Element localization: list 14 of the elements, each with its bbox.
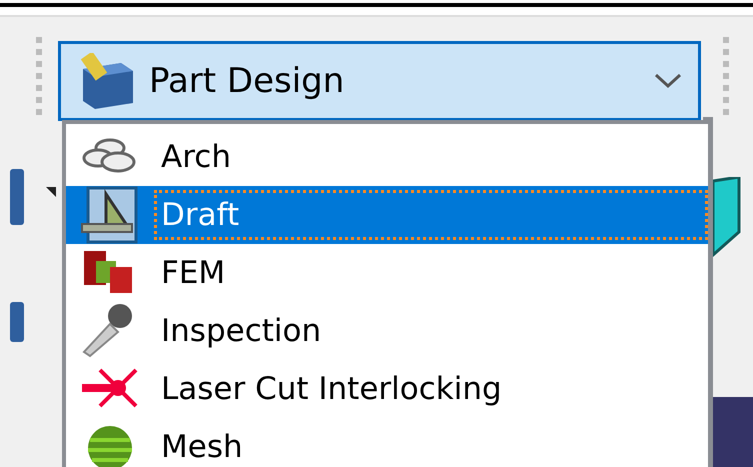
caret-icon[interactable] bbox=[46, 187, 56, 197]
chevron-down-icon[interactable] bbox=[654, 73, 682, 89]
toolbar-icon[interactable] bbox=[10, 302, 26, 342]
list-item[interactable]: Inspection bbox=[66, 302, 708, 360]
list-item[interactable]: Arch bbox=[66, 128, 708, 186]
workbench-dropdown[interactable]: Part Design bbox=[58, 41, 701, 121]
list-item[interactable]: Mesh bbox=[66, 418, 708, 467]
list-item[interactable]: FEM bbox=[66, 244, 708, 302]
panel-background bbox=[713, 397, 753, 467]
toolbar-icon[interactable] bbox=[10, 169, 26, 225]
selected-workbench: Part Design bbox=[149, 61, 346, 101]
list-item[interactable]: Laser Cut Interlocking bbox=[66, 360, 708, 418]
list-item[interactable]: Draft bbox=[66, 186, 708, 244]
set-square-icon bbox=[80, 186, 138, 244]
